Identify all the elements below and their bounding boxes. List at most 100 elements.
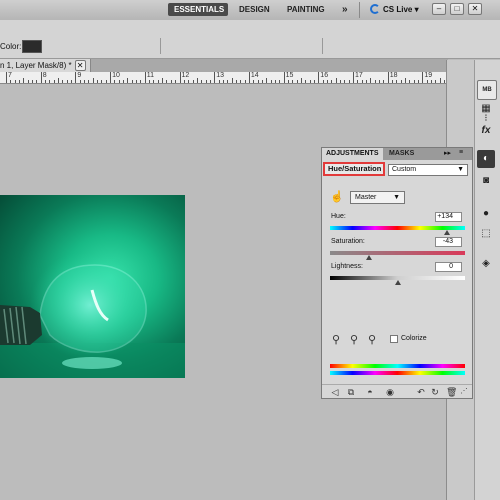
eyedropper-icon[interactable]: ⚲ <box>330 334 342 346</box>
mini-bridge-icon[interactable]: MB <box>477 80 497 100</box>
tab-adjustments[interactable]: ADJUSTMENTS <box>322 148 383 160</box>
preset-dropdown[interactable]: Custom ▼ <box>388 164 468 176</box>
channel-dropdown[interactable]: Master ▼ <box>350 191 405 204</box>
color-swatch[interactable] <box>22 40 42 53</box>
clip-to-layer-icon[interactable]: ◓ <box>365 387 375 397</box>
ruler-number: 14 <box>250 72 259 79</box>
layers-icon[interactable]: ◈ <box>477 255 495 273</box>
ruler-tick <box>101 80 103 83</box>
options-bar <box>0 20 500 59</box>
input-color-spectrum <box>330 364 465 368</box>
paths-icon[interactable]: ⬚ <box>477 225 495 243</box>
ruler-tick <box>192 80 194 83</box>
lightness-value-field[interactable]: 0 <box>435 262 462 272</box>
adjustments-panel <box>321 147 473 399</box>
document-tab[interactable]: n 1, Layer Mask/8) * ✕ <box>0 59 91 72</box>
ruler-tick <box>32 80 34 83</box>
ruler-tick <box>79 80 81 83</box>
view-previous-icon[interactable]: ↶ <box>416 387 426 397</box>
reset-icon[interactable]: ↻ <box>430 387 440 397</box>
ruler-tick <box>392 80 394 83</box>
ruler-tick <box>248 72 250 83</box>
workspace-painting-button[interactable]: PAINTING <box>281 3 331 16</box>
close-tab-icon[interactable]: ✕ <box>74 60 86 71</box>
ruler-tick <box>331 80 333 83</box>
ruler-tick <box>162 78 164 83</box>
cs-live-icon <box>370 4 380 14</box>
ruler-tick <box>92 78 94 83</box>
ruler-tick <box>305 80 307 83</box>
ruler-number: 12 <box>181 72 190 79</box>
ruler-tick <box>439 78 441 83</box>
color-label: Color: <box>0 42 22 51</box>
return-to-list-icon[interactable]: ◁ <box>330 387 340 397</box>
ruler-tick <box>431 80 433 83</box>
preset-value: Custom <box>392 166 417 173</box>
ruler-tick <box>58 78 60 83</box>
adjustments-icon[interactable]: ◐ <box>477 150 495 168</box>
eyedropper-minus-icon[interactable]: ⚲ <box>366 334 378 346</box>
ruler-tick <box>66 80 68 83</box>
ruler-number: 13 <box>216 72 224 79</box>
workspace-more-button[interactable]: » <box>336 3 354 16</box>
targeted-adjustment-icon[interactable]: ☝ <box>330 191 344 203</box>
ruler-tick <box>379 80 381 83</box>
ruler-tick <box>270 80 272 83</box>
trash-icon[interactable]: 🗑 <box>446 387 457 397</box>
visibility-eye-icon[interactable]: ◉ <box>385 387 395 397</box>
ruler-number: 19 <box>424 72 433 79</box>
masks-icon[interactable]: ◙ <box>477 172 495 190</box>
ruler-tick <box>84 80 86 83</box>
saturation-slider-thumb[interactable] <box>366 255 373 260</box>
panel-resize-grip-icon: ⋰ <box>460 388 468 395</box>
ruler-tick <box>435 80 437 83</box>
workspace-essentials-button[interactable]: ESSENTIALS <box>168 3 228 16</box>
ruler-tick <box>353 72 354 83</box>
ruler-tick <box>205 80 207 83</box>
character-icon[interactable]: fx <box>477 122 495 140</box>
minimize-button[interactable]: – <box>432 3 446 15</box>
saturation-label: Saturation: <box>331 238 365 245</box>
ruler-number: 8 <box>42 72 47 79</box>
ruler-tick <box>166 80 168 83</box>
ruler-tick <box>131 80 133 83</box>
styles-icon[interactable]: ● <box>477 205 495 223</box>
ruler-tick <box>97 80 99 83</box>
ruler-tick <box>300 78 302 83</box>
lightness-slider-thumb[interactable] <box>394 280 401 285</box>
ruler-tick <box>261 80 263 83</box>
ruler-number: 10 <box>112 72 120 79</box>
ruler-number: 18 <box>389 72 398 79</box>
hue-label: Hue: <box>331 213 346 220</box>
expand-view-icon[interactable]: ⧉ <box>346 387 356 397</box>
ruler-tick <box>366 80 367 83</box>
ruler-number: 9 <box>77 72 82 79</box>
collapse-panel-icon[interactable]: ▸▸ <box>444 149 451 157</box>
hue-value-field[interactable]: +134 <box>435 212 462 222</box>
ruler-tick <box>361 80 363 83</box>
ruler-tick <box>140 80 142 83</box>
options-divider <box>160 38 161 54</box>
saturation-value-field[interactable]: -43 <box>435 237 462 247</box>
saturation-slider-track[interactable] <box>330 251 465 255</box>
ruler-tick <box>318 72 320 83</box>
ruler-tick <box>409 80 411 83</box>
ruler-tick <box>370 78 372 83</box>
output-color-spectrum[interactable] <box>330 371 465 375</box>
ruler-tick <box>348 80 350 83</box>
ruler-tick <box>405 78 407 83</box>
ruler-tick <box>175 80 177 83</box>
close-window-button[interactable]: ✕ <box>468 3 482 15</box>
eyedropper-plus-icon[interactable]: ⚲ <box>348 334 360 346</box>
ruler-tick <box>240 80 242 83</box>
appbar-separator <box>359 2 360 18</box>
colorize-checkbox[interactable] <box>390 335 398 343</box>
hue-slider-thumb[interactable] <box>444 230 451 235</box>
tab-masks[interactable]: MASKS <box>386 148 417 160</box>
panel-menu-icon[interactable]: ≡ <box>459 149 463 156</box>
maximize-button[interactable]: □ <box>450 3 464 15</box>
cs-live-menu[interactable]: CS Live ▾ <box>370 3 419 16</box>
workspace-design-button[interactable]: DESIGN <box>233 3 276 16</box>
ruler-tick <box>335 78 337 83</box>
ruler-tick <box>118 80 120 83</box>
